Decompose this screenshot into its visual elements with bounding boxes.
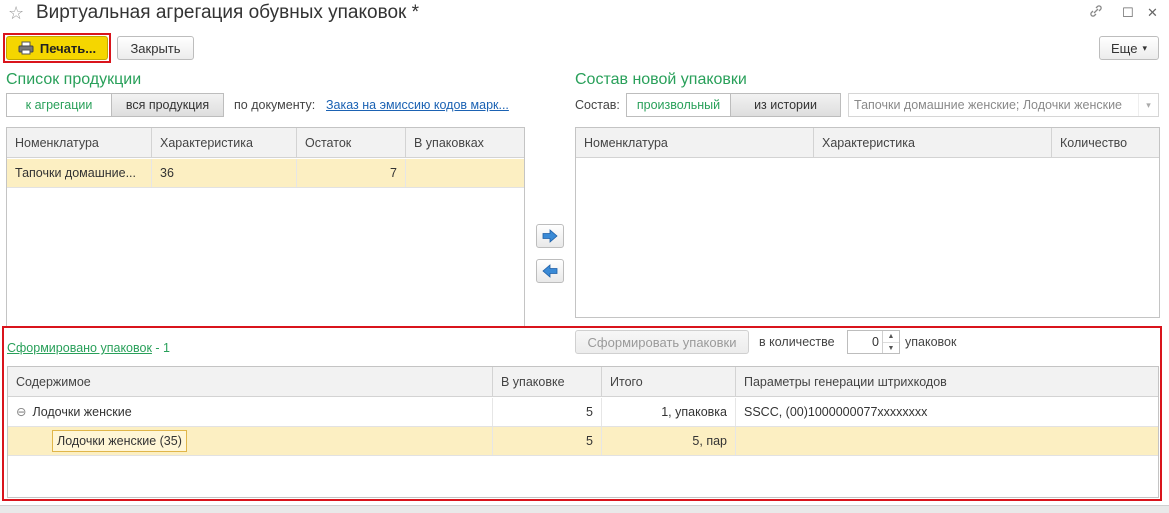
history-select-value: Тапочки домашние женские; Лодочки женски… xyxy=(854,98,1123,112)
form-packages-button[interactable]: Сформировать упаковки xyxy=(575,330,749,354)
new-package-table[interactable]: Номенклатура Характеристика Количество xyxy=(575,127,1160,318)
chevron-down-icon[interactable]: ▾ xyxy=(1138,94,1158,116)
products-table-header: Номенклатура Характеристика Остаток В уп… xyxy=(7,128,524,158)
column-header[interactable]: Итого xyxy=(602,367,736,397)
move-left-button[interactable] xyxy=(536,259,564,283)
close-button[interactable]: Закрыть xyxy=(117,36,194,60)
toggle-from-history[interactable]: из истории xyxy=(730,93,841,117)
column-header[interactable]: Номенклатура xyxy=(576,128,814,158)
column-header[interactable]: Содержимое xyxy=(8,367,493,397)
more-button[interactable]: Еще ▾ xyxy=(1099,36,1159,60)
products-section-title: Список продукции xyxy=(6,71,142,88)
cell-content: Лодочки женские (35) xyxy=(8,427,493,455)
quantity-label: в количестве xyxy=(759,335,835,349)
new-package-table-header: Номенклатура Характеристика Количество xyxy=(576,128,1159,158)
close-window-icon[interactable]: ✕ xyxy=(1147,5,1158,21)
cell-remaining: 7 xyxy=(297,159,406,187)
by-document-label: по документу: xyxy=(234,98,316,112)
formed-packages-table[interactable]: Содержимое В упаковке Итого Параметры ге… xyxy=(7,366,1159,498)
column-header[interactable]: Остаток xyxy=(297,128,406,158)
cell-in-packages xyxy=(406,159,524,187)
formed-packages-link[interactable]: Сформировано упаковок xyxy=(7,341,152,355)
arrow-right-icon xyxy=(542,229,558,243)
window-title: Виртуальная агрегация обувных упаковок * xyxy=(36,2,420,23)
table-row[interactable]: Лодочки женские (35) 5 5, пар xyxy=(8,427,1158,456)
composition-label: Состав: xyxy=(575,98,620,112)
formed-packages-header: Сформировано упаковок - 1 xyxy=(7,340,170,355)
products-table[interactable]: Номенклатура Характеристика Остаток В уп… xyxy=(6,127,525,327)
maximize-icon[interactable]: ☐ xyxy=(1122,5,1134,21)
formed-table-header: Содержимое В упаковке Итого Параметры ге… xyxy=(8,367,1158,397)
toggle-arbitrary[interactable]: произвольный xyxy=(626,93,731,117)
more-button-label: Еще xyxy=(1111,40,1138,56)
quantity-value[interactable]: 0 xyxy=(848,335,882,349)
toggle-all-products[interactable]: вся продукция xyxy=(111,93,224,117)
cell-in-package: 5 xyxy=(493,398,602,426)
chevron-down-icon: ▾ xyxy=(1142,42,1147,53)
table-row[interactable]: ⊖ Лодочки женские 5 1, упаковка SSCC, (00… xyxy=(8,398,1158,427)
favorite-star-icon[interactable]: ☆ xyxy=(8,3,24,24)
cell-nomenclature: Тапочки домашние... xyxy=(7,159,152,187)
formed-packages-count: - 1 xyxy=(151,341,170,355)
window-bottom-edge xyxy=(0,505,1169,513)
history-select[interactable]: Тапочки домашние женские; Лодочки женски… xyxy=(848,93,1159,117)
spin-down-icon[interactable]: ▼ xyxy=(883,343,899,354)
move-right-button[interactable] xyxy=(536,224,564,248)
column-header[interactable]: Характеристика xyxy=(814,128,1052,158)
column-header[interactable]: Параметры генерации штрихкодов xyxy=(736,367,1158,397)
column-header[interactable]: В упаковках xyxy=(406,128,524,158)
printer-icon xyxy=(18,41,34,55)
document-link[interactable]: Заказ на эмиссию кодов марк... xyxy=(326,98,509,112)
link-icon[interactable] xyxy=(1089,4,1103,22)
cell-total: 1, упаковка xyxy=(602,398,736,426)
cell-total: 5, пар xyxy=(602,427,736,455)
column-header[interactable]: Характеристика xyxy=(152,128,297,158)
print-button-label: Печать... xyxy=(39,40,97,56)
toggle-to-aggregation[interactable]: к агрегации xyxy=(6,93,112,117)
quantity-stepper[interactable]: 0 ▲ ▼ xyxy=(847,330,900,354)
new-package-section-title: Состав новой упаковки xyxy=(575,71,747,88)
column-header[interactable]: Количество xyxy=(1052,128,1159,158)
collapse-icon[interactable]: ⊖ xyxy=(16,405,26,419)
content-label: Лодочки женские xyxy=(32,405,132,419)
column-header[interactable]: В упаковке xyxy=(493,367,602,397)
packages-label: упаковок xyxy=(905,335,957,349)
cell-in-package: 5 xyxy=(493,427,602,455)
arrow-left-icon xyxy=(542,264,558,278)
content-label[interactable]: Лодочки женские (35) xyxy=(52,430,187,452)
cell-content: ⊖ Лодочки женские xyxy=(8,398,493,426)
cell-barcode-params xyxy=(736,427,1158,455)
column-header[interactable]: Номенклатура xyxy=(7,128,152,158)
spinner[interactable]: ▲ ▼ xyxy=(882,331,899,353)
cell-barcode-params: SSCC, (00)1000000077xxxxxxxx xyxy=(744,405,928,419)
print-button[interactable]: Печать... xyxy=(6,36,108,60)
cell-characteristic: 36 xyxy=(152,159,297,187)
table-row[interactable]: Тапочки домашние... 36 7 xyxy=(7,159,524,188)
spin-up-icon[interactable]: ▲ xyxy=(883,331,899,343)
